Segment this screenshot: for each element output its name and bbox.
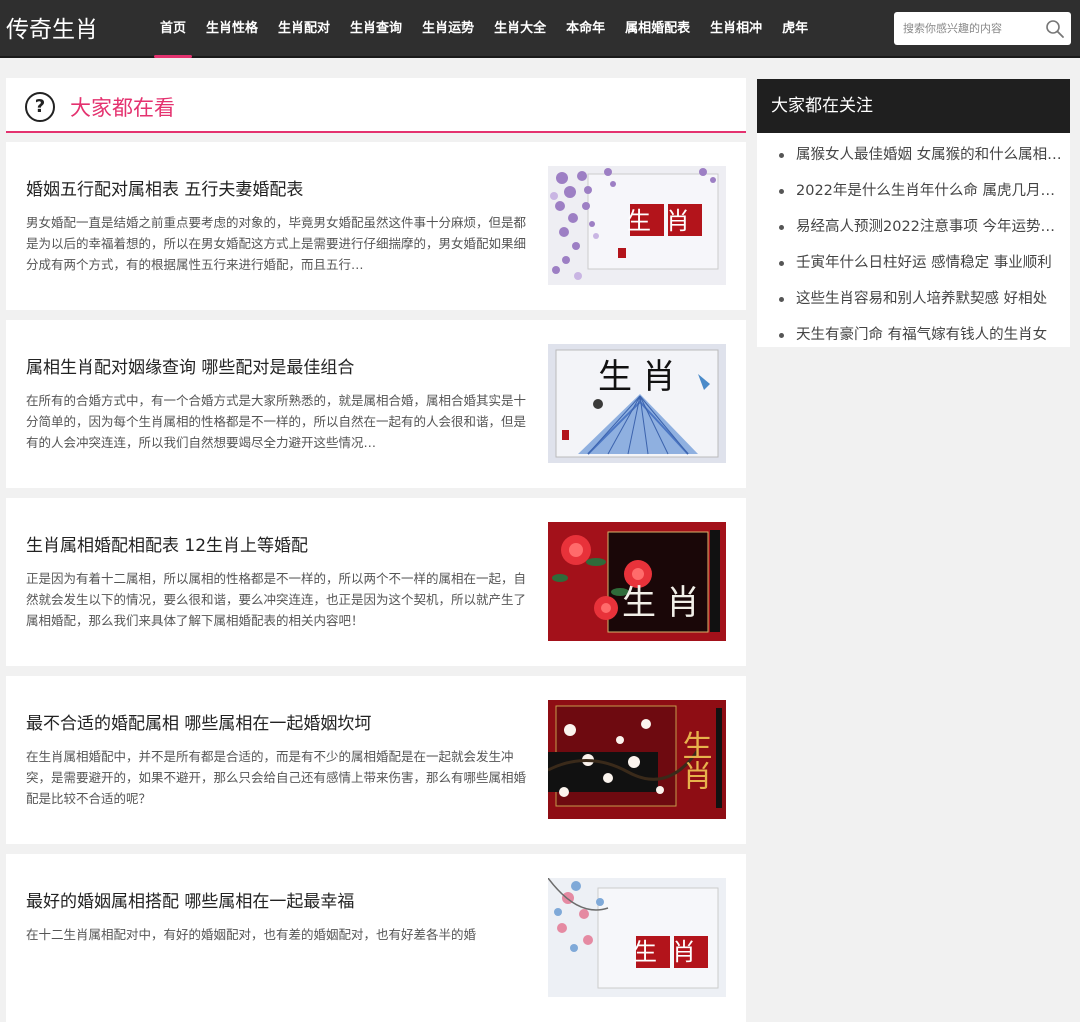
site-logo[interactable]: 传奇生肖 <box>6 10 98 44</box>
article-summary: 正是因为有着十二属相，所以属相的性格都是不一样的，所以两个不一样的属相在一起，自… <box>26 571 526 628</box>
section-title: 大家都在看 <box>70 96 175 120</box>
article-title[interactable]: 生肖属相婚配相配表 12生肖上等婚配 <box>26 531 308 556</box>
article-summary: 在所有的合婚方式中，有一个合婚方式是大家所熟悉的，就是属相合婚，属相合婚其实是十… <box>26 393 526 450</box>
thumbnail-text: 生肖 <box>627 207 705 235</box>
article-title[interactable]: 最不合适的婚配属相 哪些属相在一起婚姻坎坷 <box>26 709 371 734</box>
sidebar-link-label[interactable]: 壬寅年什么日柱好运 感情稳定 事业顺利 <box>777 255 1052 271</box>
sidebar-link[interactable]: 2022年是什么生肖年什么命 属虎几月出生最好 <box>757 173 1070 209</box>
thumbnail-text: 生肖 <box>633 938 711 966</box>
nav-item-home[interactable]: 首页 <box>150 0 196 58</box>
article-thumbnail[interactable]: 生肖 <box>548 878 726 997</box>
article-title[interactable]: 最好的婚姻属相搭配 哪些属相在一起最幸福 <box>26 887 354 912</box>
article-summary: 在生肖属相婚配中，并不是所有都是合适的，而是有不少的属相婚配是在一起就会发生冲突… <box>26 749 526 806</box>
thumbnail-text: 生肖 <box>677 730 712 790</box>
nav-item-tiger-year[interactable]: 虎年 <box>772 0 818 58</box>
nav-item-marriage-table[interactable]: 属相婚配表 <box>615 0 700 58</box>
nav-item-conflict[interactable]: 生肖相冲 <box>700 0 772 58</box>
article-thumbnail[interactable]: 生肖 <box>548 700 726 819</box>
article-thumbnail[interactable]: 生肖 <box>548 166 726 285</box>
article-summary: 男女婚配一直是结婚之前重点要考虑的对象的，毕竟男女婚配虽然这件事十分麻烦，但是都… <box>26 215 526 272</box>
sidebar-link-label[interactable]: 属猴女人最佳婚姻 女属猴的和什么属相最配 <box>777 147 1070 163</box>
section-header: ? 大家都在看 <box>6 78 746 133</box>
main-column: ? 大家都在看 婚姻五行配对属相表 五行夫妻婚配表 男女婚配一直是结婚之前重点要… <box>6 78 746 1022</box>
sidebar-title: 大家都在关注 <box>757 79 1070 133</box>
article-thumbnail[interactable]: 生肖 <box>548 344 726 463</box>
sidebar-panel: 大家都在关注 属猴女人最佳婚姻 女属猴的和什么属相最配 2022年是什么生肖年什… <box>757 79 1070 347</box>
article-card[interactable]: 最不合适的婚配属相 哪些属相在一起婚姻坎坷 在生肖属相婚配中，并不是所有都是合适… <box>6 676 746 844</box>
nav-item-personality[interactable]: 生肖性格 <box>196 0 268 58</box>
sidebar-link[interactable]: 属猴女人最佳婚姻 女属猴的和什么属相最配 <box>757 137 1070 173</box>
article-title[interactable]: 属相生肖配对姻缘查询 哪些配对是最佳组合 <box>26 353 354 378</box>
sidebar-link[interactable]: 天生有豪门命 有福气嫁有钱人的生肖女 <box>757 317 1070 353</box>
question-icon: ? <box>25 92 55 122</box>
sidebar-link-label[interactable]: 易经高人预测2022注意事项 今年运势如何 <box>777 219 1070 235</box>
nav-item-lookup[interactable]: 生肖查询 <box>340 0 412 58</box>
sidebar-link[interactable]: 壬寅年什么日柱好运 感情稳定 事业顺利 <box>757 245 1070 281</box>
nav-item-matching[interactable]: 生肖配对 <box>268 0 340 58</box>
article-card[interactable]: 生肖属相婚配相配表 12生肖上等婚配 正是因为有着十二属相，所以属相的性格都是不… <box>6 498 746 666</box>
article-card[interactable]: 婚姻五行配对属相表 五行夫妻婚配表 男女婚配一直是结婚之前重点要考虑的对象的，毕… <box>6 142 746 310</box>
search-icon[interactable] <box>1045 19 1065 39</box>
article-title[interactable]: 婚姻五行配对属相表 五行夫妻婚配表 <box>26 175 303 200</box>
article-card[interactable]: 属相生肖配对姻缘查询 哪些配对是最佳组合 在所有的合婚方式中，有一个合婚方式是大… <box>6 320 746 488</box>
nav-item-fortune[interactable]: 生肖运势 <box>412 0 484 58</box>
article-card[interactable]: 最好的婚姻属相搭配 哪些属相在一起最幸福 在十二生肖属相配对中，有好的婚姻配对，… <box>6 854 746 1022</box>
sidebar-link-label[interactable]: 天生有豪门命 有福气嫁有钱人的生肖女 <box>777 327 1047 343</box>
nav-item-birth-year[interactable]: 本命年 <box>556 0 615 58</box>
search-input[interactable] <box>894 12 1044 45</box>
main-nav: 首页 生肖性格 生肖配对 生肖查询 生肖运势 生肖大全 本命年 属相婚配表 生肖… <box>150 0 818 58</box>
sidebar-link-label[interactable]: 2022年是什么生肖年什么命 属虎几月出生最好 <box>777 183 1070 199</box>
top-navbar: 传奇生肖 首页 生肖性格 生肖配对 生肖查询 生肖运势 生肖大全 本命年 属相婚… <box>0 0 1080 58</box>
sidebar-link-label[interactable]: 这些生肖容易和别人培养默契感 好相处 <box>777 291 1047 307</box>
thumbnail-text: 生肖 <box>598 357 686 397</box>
sidebar-link[interactable]: 易经高人预测2022注意事项 今年运势如何 <box>757 209 1070 245</box>
search-box <box>894 12 1071 45</box>
sidebar-list: 属猴女人最佳婚姻 女属猴的和什么属相最配 2022年是什么生肖年什么命 属虎几月… <box>757 133 1070 353</box>
sidebar-link[interactable]: 这些生肖容易和别人培养默契感 好相处 <box>757 281 1070 317</box>
article-summary: 在十二生肖属相配对中，有好的婚姻配对，也有差的婚姻配对，也有好差各半的婚 <box>26 927 477 942</box>
nav-item-encyclopedia[interactable]: 生肖大全 <box>484 0 556 58</box>
article-thumbnail[interactable]: 生肖 <box>548 522 726 641</box>
thumbnail-text: 生肖 <box>622 583 710 623</box>
